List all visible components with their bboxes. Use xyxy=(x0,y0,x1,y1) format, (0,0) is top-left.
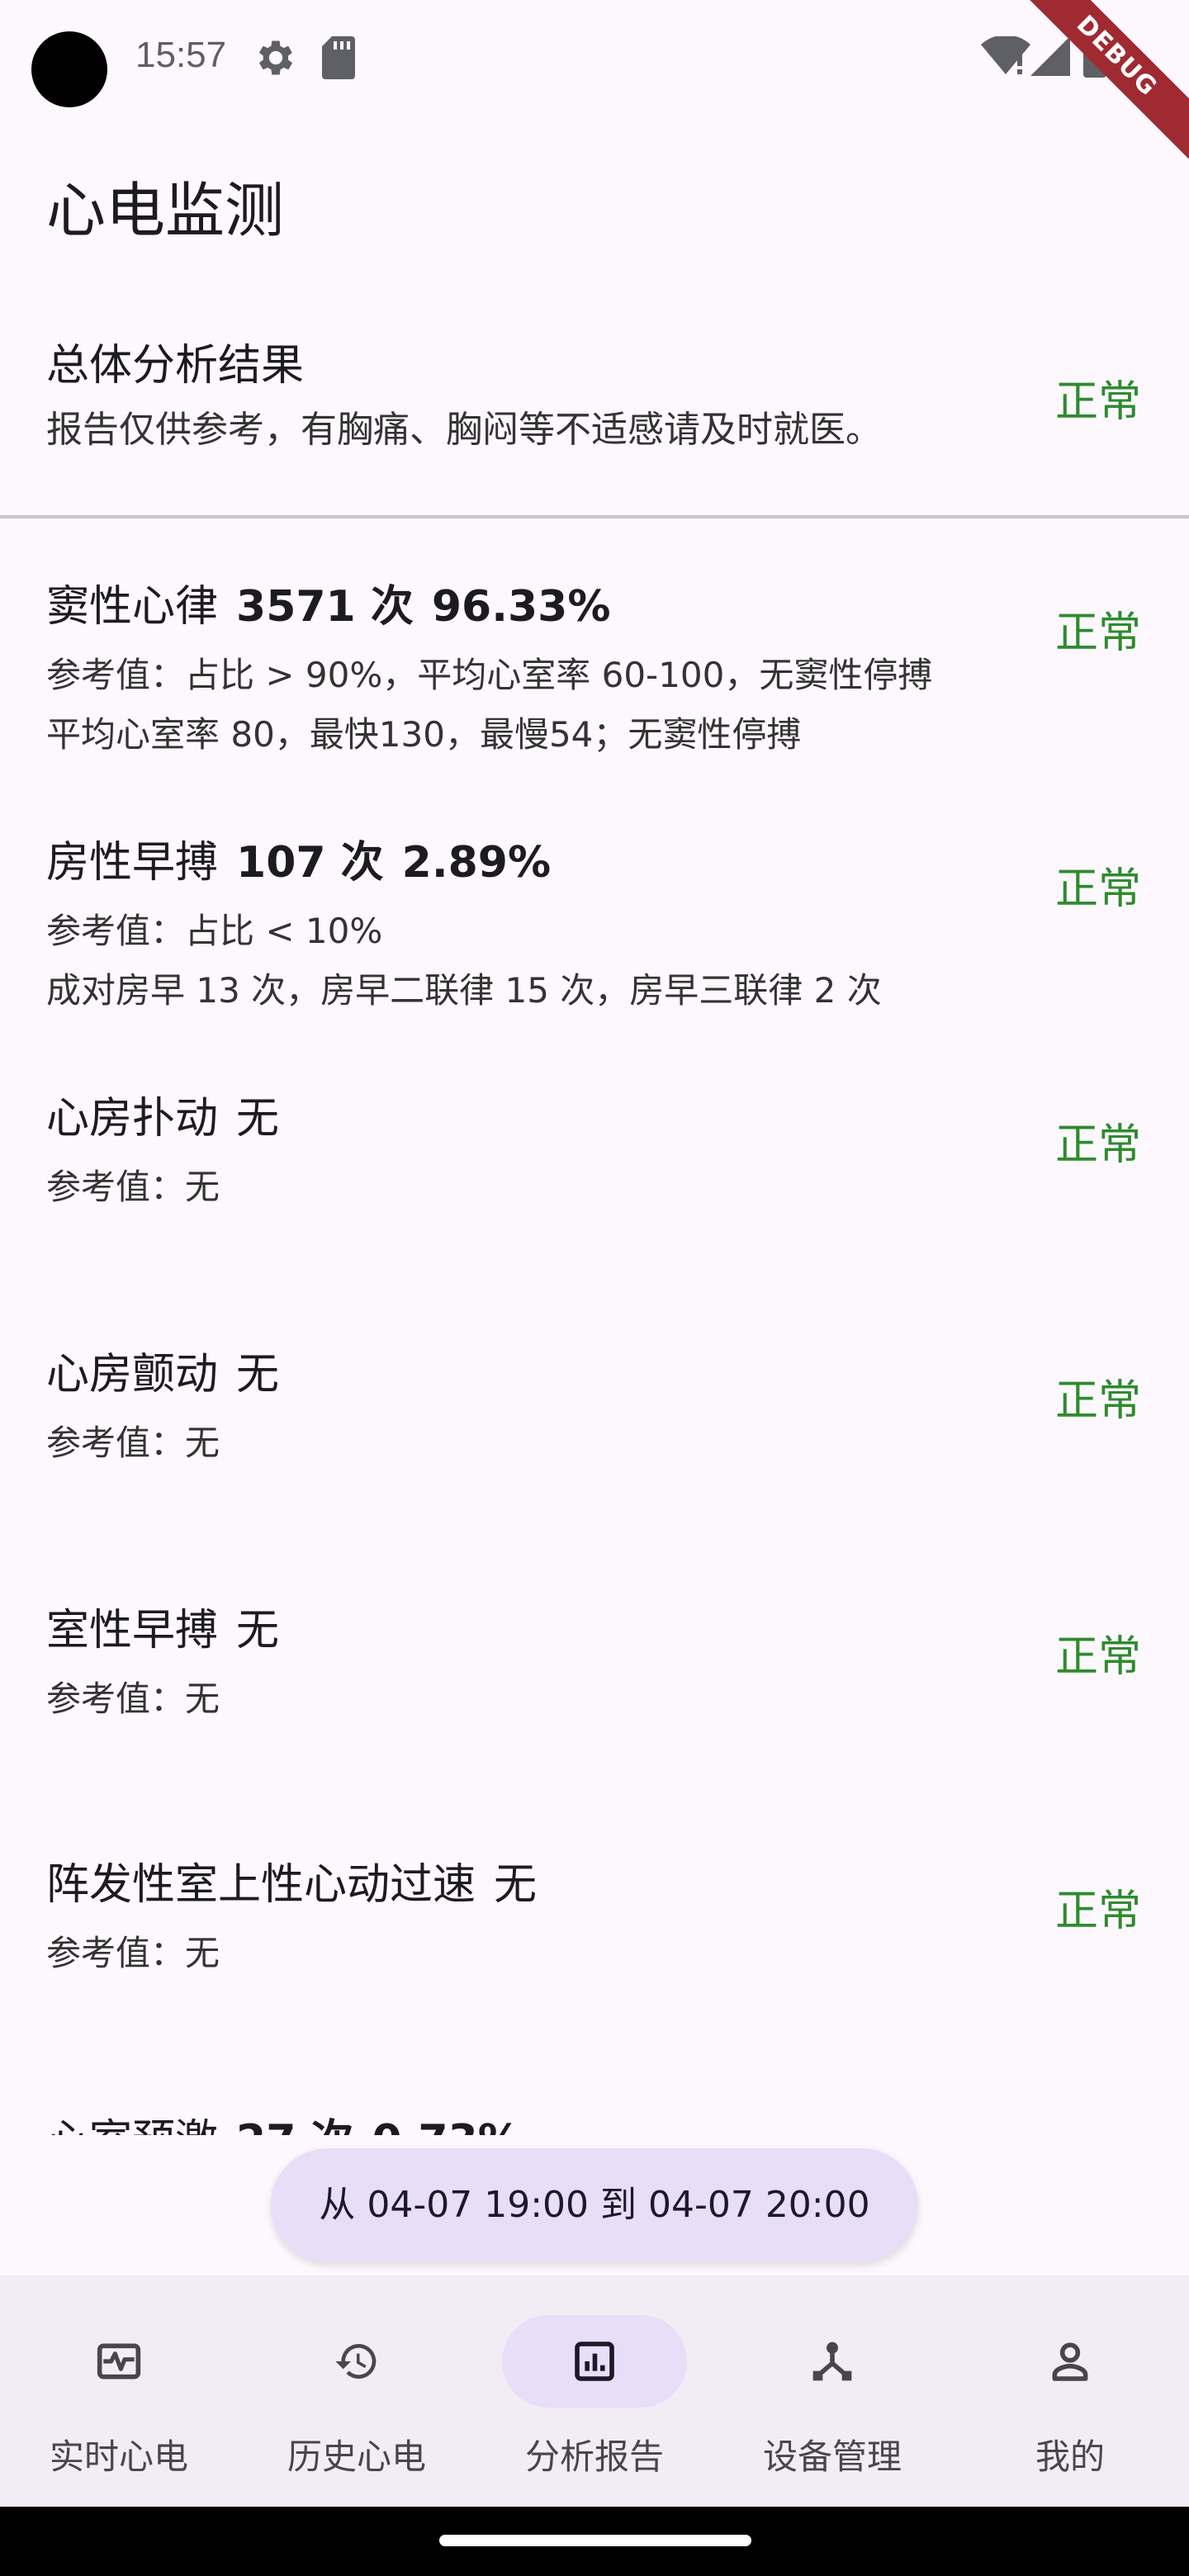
item-name: 阵发性室上性心动过速 xyxy=(46,1860,476,1910)
item-name: 室性早搏 xyxy=(46,1606,219,1655)
item-name: 房性早搏 xyxy=(46,838,219,888)
item-count: 无 xyxy=(494,1860,538,1910)
system-navigation-bar xyxy=(0,2507,1189,2576)
history-icon xyxy=(335,2344,377,2379)
person-icon xyxy=(1052,2342,1088,2381)
nav-label: 历史心电 xyxy=(287,2436,426,2477)
nav-item-device-management[interactable]: 设备管理 xyxy=(713,2275,951,2507)
item-count: 107 次 xyxy=(236,838,384,888)
status-bar: 15:57 DEBUG xyxy=(0,0,1189,159)
nav-item-history-ecg[interactable]: 历史心电 xyxy=(238,2275,476,2507)
overall-summary: 总体分析结果 报告仅供参考，有胸痛、胸闷等不适感请及时就医。 正常 xyxy=(0,314,1189,512)
item-status: 正常 xyxy=(1054,1376,1141,1426)
bottom-navigation-bar: 实时心电 历史心电 分析报告 设备管理 我的 xyxy=(0,2275,1189,2507)
item-percent: 96.33% xyxy=(431,582,611,632)
list-item: 心室预激 27 次 0.73% 正常 xyxy=(0,2062,1189,2135)
nav-label: 我的 xyxy=(1035,2436,1105,2477)
item-name: 窦性心律 xyxy=(46,582,219,632)
item-reference: 参考值：无 xyxy=(46,1167,220,1207)
item-title: 室性早搏无 xyxy=(46,1595,279,1657)
item-percent: 0.73% xyxy=(372,2116,520,2135)
item-title: 心房扑动无 xyxy=(46,1083,279,1145)
item-name: 心室预激 xyxy=(46,2116,218,2135)
item-count: 无 xyxy=(236,1094,280,1144)
list-item: 室性早搏无 参考值：无 正常 xyxy=(0,1552,1189,1807)
item-title: 阵发性室上性心动过速无 xyxy=(46,1849,537,1911)
status-time: 15:57 xyxy=(135,35,227,75)
list-item: 阵发性室上性心动过速无 参考值：无 正常 xyxy=(0,1807,1189,2061)
nav-item-profile[interactable]: 我的 xyxy=(951,2275,1189,2507)
item-reference: 参考值：占比 < 10% xyxy=(46,911,383,951)
nav-label: 分析报告 xyxy=(524,2436,664,2477)
item-count: 无 xyxy=(236,1606,280,1655)
item-detail: 平均心室率 80，最快130，最慢54；无窦性停搏 xyxy=(46,714,802,755)
device-hub-icon xyxy=(812,2342,852,2381)
item-status: 正常 xyxy=(1054,864,1141,914)
item-count: 3571 次 xyxy=(236,582,414,632)
list-item: 窦性心律 3571 次 96.33% 参考值：占比 > 90%，平均心室率 60-1… xyxy=(0,528,1189,783)
item-status: 正常 xyxy=(1054,608,1141,658)
divider xyxy=(0,515,1189,519)
item-count: 27 次 xyxy=(236,2116,353,2135)
nav-item-analysis-report[interactable]: 分析报告 xyxy=(476,2275,713,2507)
item-count: 无 xyxy=(236,1350,280,1399)
item-reference: 参考值：占比 > 90%，平均心室率 60-100，无窦性停搏 xyxy=(46,655,933,695)
item-reference: 参考值：无 xyxy=(46,1679,220,1719)
item-title: 窦性心律 3571 次 96.33% xyxy=(46,571,610,633)
list-item: 心房颤动无 参考值：无 正常 xyxy=(0,1296,1189,1551)
summary-status: 正常 xyxy=(1054,377,1141,427)
analytics-report-icon xyxy=(575,2342,614,2381)
time-range-chip[interactable]: 从 04-07 19:00 到 04-07 20:00 xyxy=(271,2148,918,2262)
signal-icon xyxy=(1030,36,1070,76)
item-title: 心房颤动无 xyxy=(46,1339,279,1401)
item-reference: 参考值：无 xyxy=(46,1423,220,1463)
analysis-list[interactable]: 窦性心律 3571 次 96.33% 参考值：占比 > 90%，平均心室率 60-1… xyxy=(0,528,1189,2135)
debug-banner: DEBUG xyxy=(1013,0,1189,159)
camera-cutout xyxy=(31,31,107,107)
item-status: 正常 xyxy=(1054,1887,1141,1936)
sd-card-icon xyxy=(322,36,355,79)
item-title: 房性早搏 107 次 2.89% xyxy=(46,827,551,889)
nav-item-realtime-ecg[interactable]: 实时心电 xyxy=(0,2275,238,2507)
item-status: 正常 xyxy=(1054,1120,1141,1170)
item-title: 心室预激 27 次 0.73% xyxy=(46,2105,521,2135)
wifi-icon xyxy=(981,36,1030,74)
item-status: 正常 xyxy=(1055,2132,1141,2135)
summary-title: 总体分析结果 xyxy=(46,341,305,391)
home-gesture-handle[interactable] xyxy=(439,2535,751,2546)
item-reference: 参考值：无 xyxy=(46,1933,220,1973)
item-percent: 2.89% xyxy=(401,838,552,888)
item-name: 心房扑动 xyxy=(46,1094,219,1144)
nav-label: 实时心电 xyxy=(49,2436,188,2477)
page-title: 心电监测 xyxy=(46,176,285,245)
item-detail: 成对房早 13 次，房早二联律 15 次，房早三联律 2 次 xyxy=(46,970,882,1011)
list-item: 房性早搏 107 次 2.89% 参考值：占比 < 10% 成对房早 13 次，房早… xyxy=(0,784,1189,1039)
summary-description: 报告仅供参考，有胸痛、胸闷等不适感请及时就医。 xyxy=(46,409,882,451)
nav-label: 设备管理 xyxy=(762,2436,902,2477)
item-status: 正常 xyxy=(1054,1632,1141,1682)
item-name: 心房颤动 xyxy=(46,1350,219,1399)
settings-icon xyxy=(258,40,293,75)
ecg-monitor-icon xyxy=(97,2343,141,2379)
list-item: 心房扑动无 参考值：无 正常 xyxy=(0,1040,1189,1295)
